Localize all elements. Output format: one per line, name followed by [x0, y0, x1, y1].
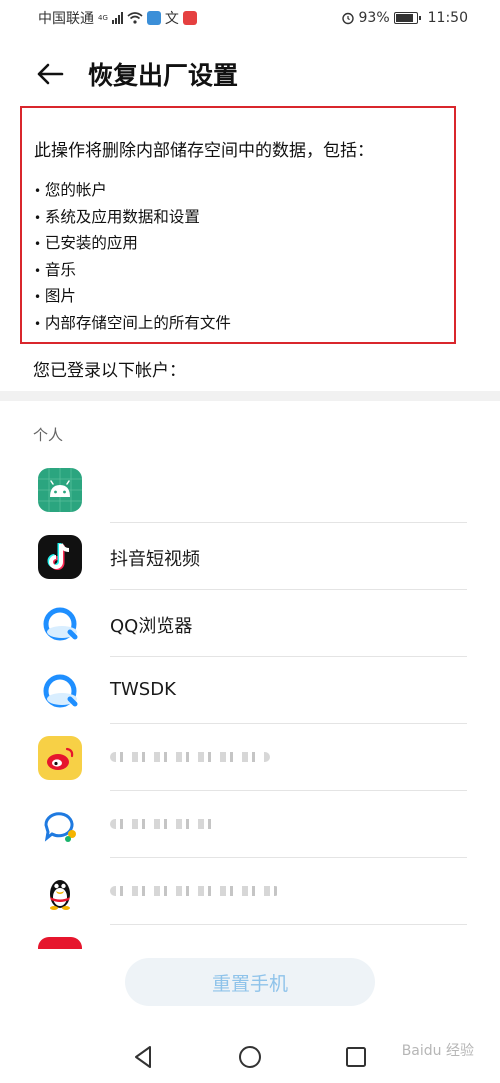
app-name: QQ浏览器	[110, 616, 193, 637]
red-app-icon	[38, 937, 82, 949]
warning-item: 图片	[34, 283, 454, 310]
reset-phone-button[interactable]: 重置手机	[125, 958, 375, 1006]
network-type: 4G	[98, 14, 108, 22]
back-triangle-icon[interactable]	[130, 1044, 156, 1070]
redacted-account-name	[110, 886, 280, 896]
qq-browser-icon	[38, 602, 82, 646]
list-item-twsdk[interactable]: TWSDK	[0, 657, 500, 724]
watermark-text: Baidu 经验	[401, 1043, 474, 1059]
status-bar: 中国联通 4G 文 93% 11:50	[0, 0, 500, 36]
redacted-account-name	[110, 819, 220, 829]
list-item-douyin[interactable]: 抖音短视频	[0, 523, 500, 590]
list-item-android[interactable]	[0, 456, 500, 523]
list-item-qq-browser[interactable]: QQ浏览器	[0, 590, 500, 657]
battery-icon	[393, 12, 421, 24]
section-label-personal: 个人	[33, 426, 64, 444]
section-separator	[0, 391, 500, 401]
chat-bubble-icon	[38, 803, 82, 847]
warning-box: 此操作将删除内部储存空间中的数据，包括： 您的帐户 系统及应用数据和设置 已安装…	[20, 106, 456, 344]
list-item-qq[interactable]	[0, 858, 500, 925]
app-name: TWSDK	[110, 679, 176, 700]
warning-item: 内部存储空间上的所有文件	[34, 310, 454, 337]
warning-item: 已安装的应用	[34, 230, 454, 257]
notification-red-app-icon	[182, 11, 197, 25]
back-button[interactable]	[30, 54, 70, 94]
back-arrow-icon	[37, 63, 64, 85]
warning-list: 您的帐户 系统及应用数据和设置 已安装的应用 音乐 图片 内部存储空间上的所有文…	[34, 177, 454, 337]
status-right: 93% 11:50	[341, 10, 468, 26]
home-circle-icon[interactable]	[237, 1044, 263, 1070]
douyin-icon	[38, 535, 82, 579]
title-bar: 恢复出厂设置	[0, 48, 500, 100]
notification-alipay-icon: 文	[164, 11, 179, 27]
warning-heading: 此操作将删除内部储存空间中的数据，包括：	[34, 141, 374, 161]
alarm-icon	[341, 12, 354, 25]
notification-app-icon	[146, 11, 161, 25]
app-name: 抖音短视频	[110, 549, 200, 570]
weibo-icon	[38, 736, 82, 780]
status-left: 中国联通 4G 文	[38, 8, 197, 28]
warning-item: 您的帐户	[34, 177, 454, 204]
qq-penguin-icon	[38, 870, 82, 914]
wifi-icon	[127, 12, 143, 24]
status-time: 11:50	[427, 10, 468, 26]
accounts-label: 您已登录以下帐户：	[33, 361, 186, 381]
qq-browser-icon	[38, 669, 82, 713]
list-item-partial[interactable]	[0, 925, 500, 949]
carrier-name: 中国联通	[38, 11, 94, 27]
account-app-list: 抖音短视频 QQ浏览器 TWSDK	[0, 456, 500, 949]
list-item-chat[interactable]	[0, 791, 500, 858]
signal-icon	[111, 12, 123, 24]
recents-square-icon[interactable]	[343, 1044, 369, 1070]
warning-item: 音乐	[34, 257, 454, 284]
battery-percent: 93%	[358, 10, 390, 26]
warning-item: 系统及应用数据和设置	[34, 204, 454, 231]
list-item-weibo[interactable]	[0, 724, 500, 791]
page-title: 恢复出厂设置	[88, 61, 239, 90]
redacted-account-name	[110, 752, 270, 762]
android-icon	[38, 468, 82, 512]
